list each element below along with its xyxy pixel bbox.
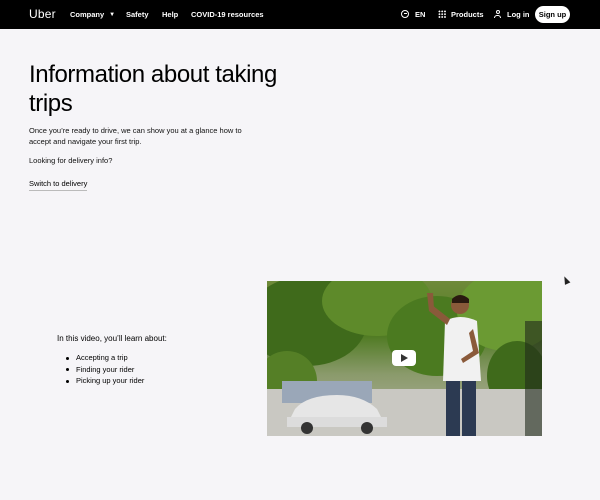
login-link[interactable]: Log in [507, 10, 530, 19]
list-item: Picking up your rider [66, 375, 144, 387]
user-icon[interactable] [494, 10, 501, 18]
list-item: Accepting a trip [66, 352, 144, 364]
nav-item-safety[interactable]: Safety [126, 10, 149, 19]
language-selector[interactable]: EN [415, 10, 425, 19]
grid-icon[interactable] [438, 10, 446, 18]
products-link[interactable]: Products [451, 10, 484, 19]
nav-item-company[interactable]: Company ▼ [70, 10, 115, 19]
nav-item-company-label: Company [70, 10, 105, 19]
nav-item-covid[interactable]: COVID-19 resources [191, 10, 264, 19]
uber-logo[interactable]: Uber [29, 7, 56, 21]
page-title: Information about taking trips [29, 61, 277, 117]
signup-button[interactable]: Sign up [535, 6, 570, 23]
top-nav: Uber Company ▼ Safety Help COVID-19 resou… [0, 0, 600, 29]
nav-item-help[interactable]: Help [162, 10, 178, 19]
list-item: Finding your rider [66, 364, 144, 376]
chevron-down-icon: ▼ [109, 12, 116, 18]
globe-icon[interactable] [401, 10, 409, 18]
learn-list: Accepting a trip Finding your rider Pick… [66, 352, 144, 387]
delivery-question: Looking for delivery info? [29, 156, 113, 165]
intro-text: Once you’re ready to drive, we can show … [29, 126, 242, 146]
switch-to-delivery-link[interactable]: Switch to delivery [29, 179, 88, 191]
learn-heading: In this video, you’ll learn about: [57, 334, 167, 343]
play-button[interactable] [392, 350, 416, 366]
